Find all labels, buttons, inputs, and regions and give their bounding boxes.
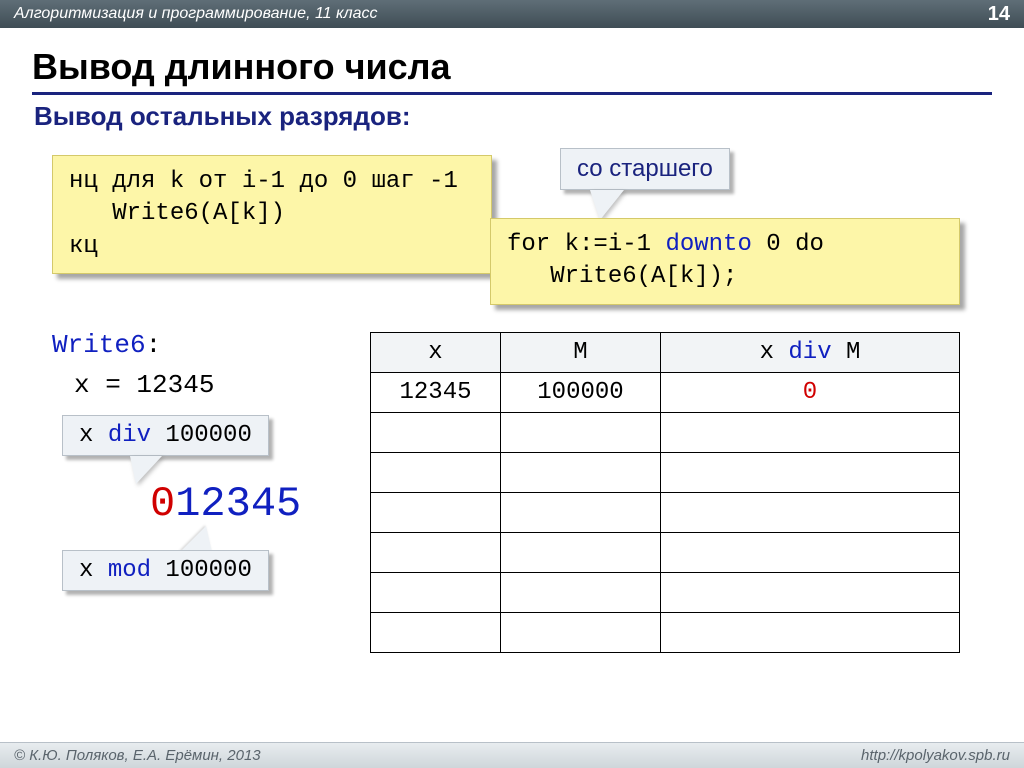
top-bar: Алгоритмизация и программирование, 11 кл… — [0, 0, 1024, 28]
table-row — [371, 493, 960, 533]
write6-label: Write6: — [52, 330, 161, 360]
table-row — [371, 413, 960, 453]
copyright: © К.Ю. Поляков, Е.А. Ерёмин, 2013 — [14, 747, 261, 764]
table-row: 12345 100000 0 — [371, 373, 960, 413]
subject-label: Алгоритмизация и программирование, 11 кл… — [14, 5, 378, 23]
code-block-pascal: for k:=i-1 downto 0 do Write6(A[k]); — [490, 218, 960, 305]
callout-from-high-digit: со старшего — [560, 148, 730, 190]
col-x: x — [371, 333, 501, 373]
table-header-row: x M x div M — [371, 333, 960, 373]
page-title: Вывод длинного числа — [32, 46, 992, 95]
callout-x-mod: x mod 100000 — [62, 550, 269, 591]
site-url: http://kpolyakov.spb.ru — [861, 747, 1010, 764]
page-number: 14 — [988, 3, 1010, 26]
callout-x-div: x div 100000 — [62, 415, 269, 456]
x-assignment: x = 12345 — [74, 370, 214, 400]
trace-table: x M x div M 12345 100000 0 — [370, 332, 960, 653]
table-row — [371, 533, 960, 573]
table-row — [371, 573, 960, 613]
code-block-alg: нц для k от i-1 до 0 шаг -1 Write6(A[k])… — [52, 155, 492, 274]
callout-tail-icon — [180, 526, 212, 552]
big-number-display: 012345 — [150, 480, 301, 528]
subheading: Вывод остальных разрядов: — [34, 101, 992, 132]
col-M: M — [501, 333, 661, 373]
callout-tail-icon — [590, 190, 624, 220]
table-row — [371, 613, 960, 653]
col-xdivM: x div M — [661, 333, 960, 373]
table-row — [371, 453, 960, 493]
bottom-bar: © К.Ю. Поляков, Е.А. Ерёмин, 2013 http:/… — [0, 742, 1024, 768]
